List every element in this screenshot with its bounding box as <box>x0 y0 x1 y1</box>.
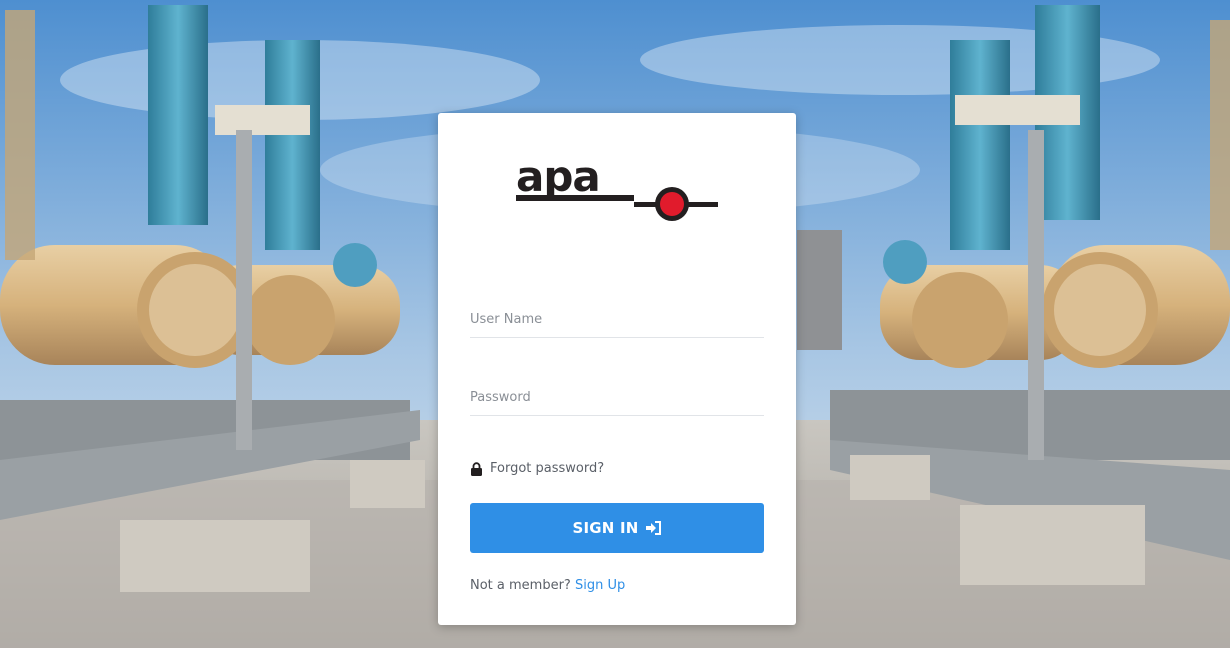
forgot-password-label: Forgot password? <box>490 461 605 476</box>
sign-in-icon <box>645 521 661 535</box>
password-input[interactable] <box>470 379 764 416</box>
username-input[interactable] <box>470 301 764 338</box>
sign-in-label: SIGN IN <box>572 519 639 537</box>
apa-logo: apa <box>516 163 718 221</box>
member-prompt-text: Not a member? <box>470 578 571 593</box>
sign-in-button[interactable]: SIGN IN <box>470 503 764 553</box>
forgot-password-link[interactable]: Forgot password? <box>470 461 604 476</box>
lock-icon <box>471 461 482 476</box>
sign-up-link[interactable]: Sign Up <box>575 578 625 593</box>
login-page: apa Forgot password? SIGN IN Not a mem <box>0 0 1230 648</box>
signup-prompt: Not a member? Sign Up <box>470 578 625 593</box>
login-card: apa Forgot password? SIGN IN Not a mem <box>438 113 796 625</box>
